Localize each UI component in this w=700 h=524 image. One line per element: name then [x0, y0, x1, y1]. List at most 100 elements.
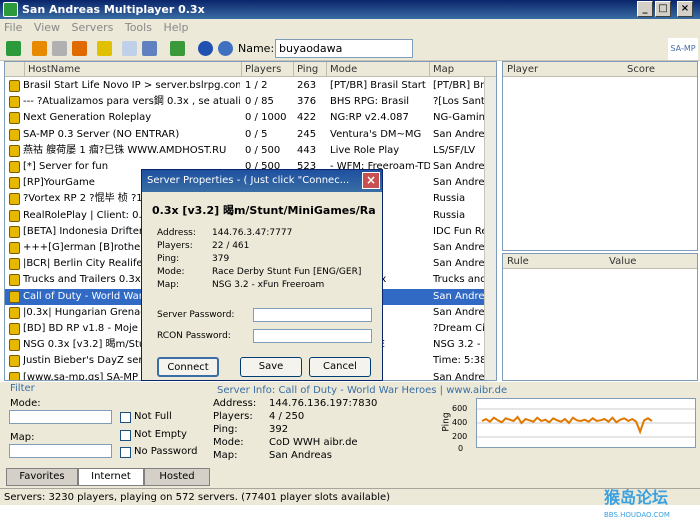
server-info: Server Info: Call of Duty - World War He…: [213, 385, 507, 485]
col-mode-header[interactable]: Mode: [327, 62, 430, 77]
row-mode: Ventura's DM~MG: [330, 128, 422, 140]
menu-view[interactable]: View: [34, 21, 60, 34]
server-row[interactable]: Next Generation Roleplay 0 / 1000 422 NG:RP…: [5, 110, 496, 126]
info-ping-value: 392: [269, 424, 289, 435]
info-map-label: Map:: [213, 450, 238, 461]
menu-file[interactable]: File: [4, 21, 22, 34]
close-button[interactable]: ×: [677, 1, 693, 17]
maximize-button[interactable]: □: [655, 1, 671, 17]
not-empty-checkbox[interactable]: [120, 430, 131, 441]
samp-logo: SA-MP: [668, 38, 698, 60]
no-password-checkbox[interactable]: [120, 447, 131, 458]
server-properties-dialog: Server Properties - ( Just click "Connec…: [141, 169, 383, 381]
cancel-button[interactable]: Cancel: [309, 357, 371, 377]
minimize-button[interactable]: _: [637, 1, 653, 17]
dialog-address-label: Address:: [157, 228, 196, 238]
mode-filter-input[interactable]: [9, 410, 112, 424]
menu-servers[interactable]: Servers: [72, 21, 114, 34]
score-column-header[interactable]: Score: [623, 62, 697, 77]
settings-icon[interactable]: [170, 41, 185, 56]
rcon-password-input[interactable]: [253, 329, 372, 343]
favorites-icon[interactable]: [32, 41, 47, 56]
map-filter-input[interactable]: [9, 444, 112, 458]
lock-icon: [9, 258, 20, 271]
help-icon[interactable]: [198, 41, 213, 56]
info-ping-label: Ping:: [213, 424, 238, 435]
tab-hosted[interactable]: Hosted: [144, 468, 210, 486]
row-players: 1 / 2: [245, 80, 268, 91]
ping-tick-400: 400: [452, 418, 468, 427]
copy-icon[interactable]: [122, 41, 137, 56]
ping-tick-200: 200: [452, 432, 468, 441]
dialog-map-value: NSG 3.2 - xFun Freeroam: [212, 280, 325, 290]
dialog-mode-label: Mode:: [157, 267, 185, 277]
rule-column-header[interactable]: Rule: [503, 254, 605, 269]
col-lock-header[interactable]: [5, 62, 25, 77]
dialog-title: Server Properties - ( Just click "Connec…: [142, 170, 382, 192]
menu-help[interactable]: Help: [163, 21, 188, 34]
lock-icon: [9, 161, 20, 173]
dialog-close-button[interactable]: ×: [362, 172, 380, 189]
server-row[interactable]: SA-MP 0.3 Server (NO ENTRAR) 0 / 5 245 Vent…: [5, 127, 496, 143]
row-hostname: --- ?Atualizamos para vers鋼 0.3x , se at…: [23, 96, 240, 108]
info-address-label: Address:: [213, 398, 257, 409]
server-row[interactable]: 燕祜 艘荷屡 1 痼?巳铢 WWW.AMDHOST.RU 0 / 500 443 Li…: [5, 143, 496, 159]
row-ping: 245: [297, 128, 317, 140]
server-row[interactable]: Brasil Start Life Novo IP > server.bslrp…: [5, 78, 496, 94]
name-label: Name:: [238, 42, 275, 55]
player-column-header[interactable]: Player: [503, 62, 623, 77]
col-hostname-header[interactable]: HostName: [25, 62, 242, 77]
info-address-value: 144.76.136.197:7830: [269, 398, 378, 409]
row-mode: Live Role Play: [330, 144, 400, 156]
player-name-input[interactable]: buyaodawa: [275, 39, 413, 58]
player-list: Player Score: [502, 61, 698, 251]
tab-favorites[interactable]: Favorites: [6, 468, 78, 486]
row-ping: 443: [297, 144, 317, 156]
row-mode: NG:RP v2.4.087: [330, 112, 409, 124]
ping-graph: [476, 398, 696, 448]
col-players-header[interactable]: Players: [242, 62, 294, 77]
refresh-icon[interactable]: [72, 41, 87, 56]
row-hostname: Brasil Start Life Novo IP > server.bslrp…: [23, 80, 240, 91]
not-empty-label: Not Empty: [134, 429, 187, 440]
lock-icon: [9, 242, 20, 254]
samp-app-icon: [3, 2, 18, 17]
lock-icon: [9, 128, 20, 141]
not-full-checkbox[interactable]: [120, 412, 131, 423]
properties-icon[interactable]: [97, 41, 112, 56]
dialog-ping-value: 379: [212, 254, 230, 264]
col-ping-header[interactable]: Ping: [294, 62, 327, 77]
lock-icon: [9, 323, 20, 335]
not-full-label: Not Full: [134, 411, 172, 422]
lock-icon: [9, 371, 20, 380]
delete-icon[interactable]: [52, 41, 67, 56]
server-list-scrollbar[interactable]: [484, 77, 496, 380]
title-bar: San Andreas Multiplayer 0.3x _ □ ×: [0, 0, 700, 19]
about-icon[interactable]: [218, 41, 233, 56]
info-mode-value: CoD WWH aibr.de: [269, 437, 358, 448]
save-button[interactable]: Save: [240, 357, 302, 377]
ping-tick-0: 0: [458, 444, 464, 453]
no-password-label: No Password: [134, 446, 198, 457]
dialog-players-label: Players:: [157, 241, 193, 251]
tab-internet[interactable]: Internet: [78, 468, 144, 486]
server-password-input[interactable]: [253, 308, 372, 322]
col-map-header[interactable]: Map: [430, 62, 496, 77]
lock-icon: [9, 290, 20, 303]
row-ping: 376: [297, 96, 317, 108]
server-row[interactable]: --- ?Atualizamos para vers鋼 0.3x , se at…: [5, 94, 496, 110]
tab-bar: Favorites Internet Hosted: [0, 468, 230, 488]
row-players: 0 / 500: [245, 144, 281, 156]
lock-icon: [9, 112, 20, 125]
connect-button[interactable]: Connect: [157, 357, 219, 377]
lock-icon: [9, 177, 20, 190]
connect-icon[interactable]: [6, 41, 21, 56]
lock-icon: [9, 339, 20, 352]
row-hostname: Next Generation Roleplay: [23, 112, 152, 124]
menu-tools[interactable]: Tools: [125, 21, 152, 34]
dialog-ping-label: Ping:: [157, 254, 180, 264]
value-column-header[interactable]: Value: [605, 254, 697, 269]
row-players: 0 / 1000: [245, 112, 287, 124]
lock-icon: [9, 193, 20, 206]
edit-icon[interactable]: [142, 41, 157, 56]
